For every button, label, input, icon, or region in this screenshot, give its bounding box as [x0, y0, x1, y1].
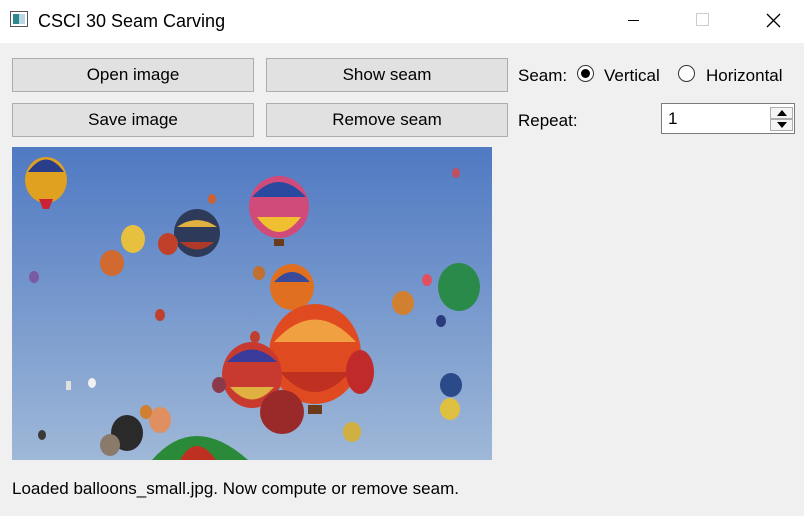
- window-title: CSCI 30 Seam Carving: [38, 11, 226, 31]
- repeat-spinbox[interactable]: 1: [661, 103, 795, 134]
- title-bar: CSCI 30 Seam Carving: [0, 0, 804, 43]
- horizontal-radio-label[interactable]: Horizontal: [706, 66, 783, 86]
- repeat-label: Repeat:: [518, 111, 578, 130]
- status-text: Loaded balloons_small.jpg. Now compute o…: [12, 479, 459, 498]
- save-image-button[interactable]: Save image: [12, 103, 254, 137]
- vertical-radio-label[interactable]: Vertical: [604, 66, 660, 86]
- seam-label: Seam:: [518, 66, 568, 85]
- show-seam-button[interactable]: Show seam: [266, 58, 508, 92]
- open-image-button[interactable]: Open image: [12, 58, 254, 92]
- horizontal-radio[interactable]: [678, 65, 695, 82]
- app-icon: [10, 11, 28, 27]
- minimize-icon[interactable]: [610, 0, 656, 43]
- repeat-value[interactable]: 1: [668, 109, 677, 129]
- vertical-radio[interactable]: [577, 65, 594, 82]
- balloons-image: [12, 147, 492, 460]
- image-canvas: [12, 147, 492, 460]
- remove-seam-button[interactable]: Remove seam: [266, 103, 508, 137]
- maximize-icon[interactable]: [680, 0, 726, 43]
- close-icon[interactable]: [750, 0, 796, 43]
- spin-down-icon[interactable]: [770, 119, 793, 131]
- spin-up-icon[interactable]: [770, 107, 793, 119]
